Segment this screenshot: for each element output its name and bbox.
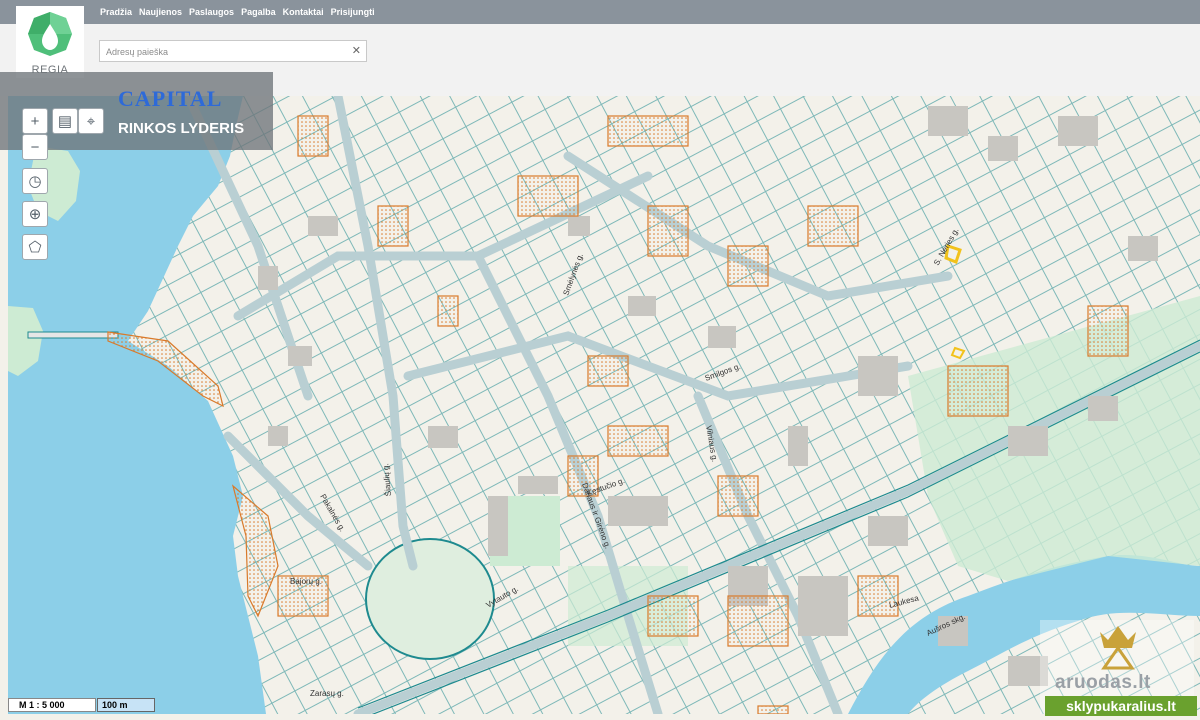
scale-bar: 100 m	[97, 698, 155, 712]
address-search-input[interactable]	[104, 43, 353, 61]
watermark-site: sklypukaralius.lt	[1045, 696, 1197, 716]
nav-news-link[interactable]: Naujienos	[139, 7, 182, 17]
round-square-park	[365, 538, 495, 660]
nav-home-link[interactable]: Pradžia	[100, 7, 132, 17]
marker-button[interactable]: ⌖	[78, 108, 104, 134]
zoom-in-icon: +	[30, 112, 40, 130]
locate-button[interactable]: ⊕	[22, 201, 48, 227]
close-icon[interactable]: ✕	[352, 44, 361, 57]
history-button[interactable]: ◷	[22, 168, 48, 194]
main-nav: Pradžia Naujienos Paslaugos Pagalba Kont…	[100, 0, 375, 24]
nav-help-link[interactable]: Pagalba	[241, 7, 276, 17]
zoom-out-button[interactable]: −	[22, 134, 48, 160]
regia-logo-icon	[28, 12, 72, 56]
map-canvas[interactable]: Šiaulių g. S. Nėries g. Smilgos g. Vilni…	[8, 96, 1200, 714]
zoom-out-icon: −	[30, 138, 40, 156]
street-label-bajoru: Bajorų g.	[290, 577, 322, 586]
bridge	[27, 331, 119, 339]
measure-icon: ▤	[57, 113, 73, 130]
select-area-icon: ⬠	[28, 239, 42, 256]
ad-brand[interactable]: CAPITAL	[118, 86, 222, 112]
history-icon: ◷	[28, 173, 42, 190]
measure-button[interactable]: ▤	[52, 108, 78, 134]
street-label-zarasu: Zarasų g.	[310, 689, 344, 698]
crown-pin-icon	[1100, 626, 1136, 670]
nav-login-link[interactable]: Prisijungti	[331, 7, 375, 17]
locate-icon: ⊕	[28, 206, 42, 223]
address-search: ✕	[99, 40, 367, 62]
scale-ratio: M 1 : 5 000	[8, 698, 96, 712]
watermark-brand: aruodas.lt	[1055, 672, 1151, 693]
regia-logo[interactable]: REGIA	[16, 6, 84, 78]
marker-icon: ⌖	[86, 112, 96, 130]
nav-contacts-link[interactable]: Kontaktai	[283, 7, 324, 17]
zoom-in-button[interactable]: +	[22, 108, 48, 134]
ad-tagline[interactable]: RINKOS LYDERIS	[118, 120, 244, 137]
select-area-button[interactable]: ⬠	[22, 234, 48, 260]
top-nav-bar: Pradžia Naujienos Paslaugos Pagalba Kont…	[0, 0, 1200, 24]
map-svg[interactable]: Šiaulių g. S. Nėries g. Smilgos g. Vilni…	[8, 96, 1200, 714]
nav-services-link[interactable]: Paslaugos	[189, 7, 234, 17]
